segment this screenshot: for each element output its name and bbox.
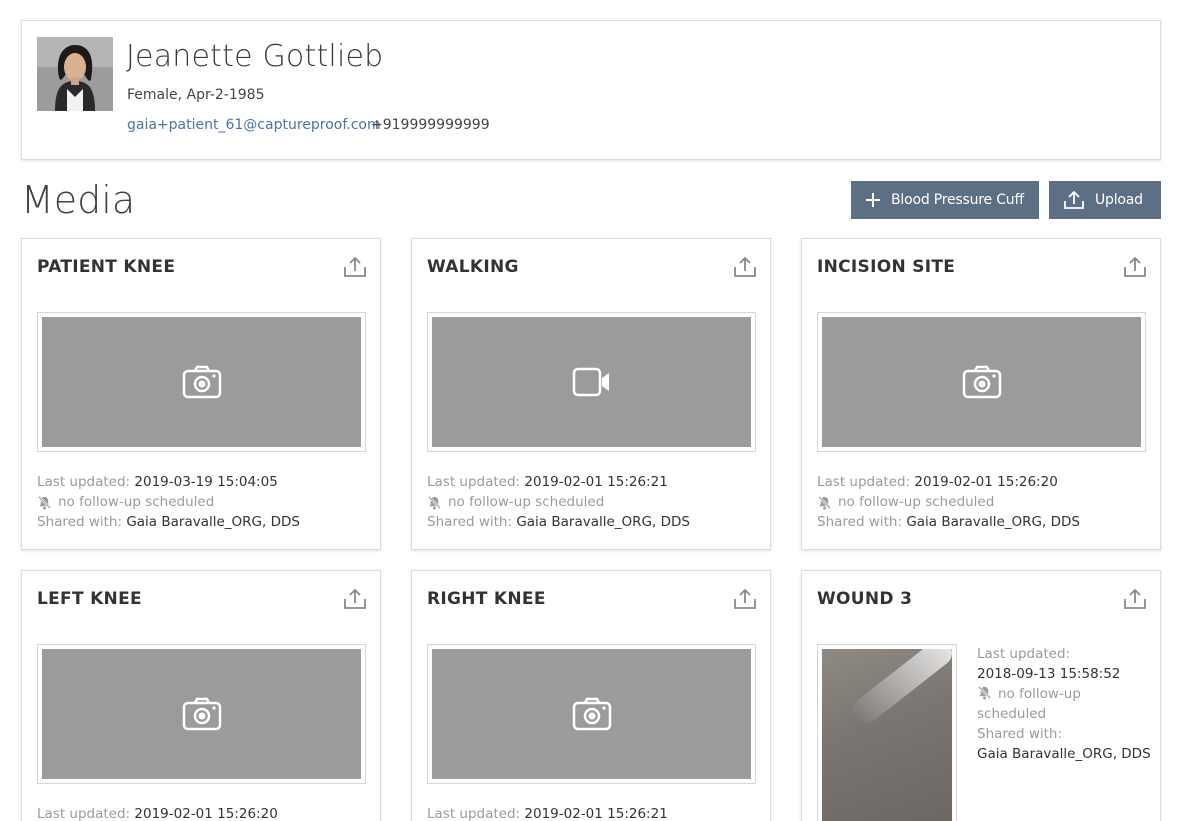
share-icon[interactable] — [343, 255, 367, 279]
upload-button[interactable]: Upload — [1049, 181, 1161, 219]
wound-photo — [822, 649, 952, 821]
camera-icon — [182, 697, 221, 731]
media-card[interactable]: RIGHT KNEE Last updated: 2019-02-01 15:2… — [411, 570, 771, 821]
shared-with-value: Gaia Baravalle_ORG, DDS — [516, 514, 690, 530]
share-icon[interactable] — [343, 587, 367, 611]
patient-card: Jeanette Gottlieb Female, Apr-2-1985 gai… — [21, 20, 1161, 160]
last-updated-value: 2018-09-13 15:58:52 — [977, 666, 1121, 682]
patient-email-link[interactable]: gaia+patient_61@captureproof.com — [127, 117, 381, 133]
upload-label: Upload — [1095, 192, 1143, 208]
camera-icon — [962, 365, 1001, 399]
shared-with-value: Gaia Baravalle_ORG, DDS — [906, 514, 1080, 530]
bell-off-icon — [818, 495, 831, 510]
media-card[interactable]: WALKING Last updated: 2019-02-01 15:26:2… — [411, 238, 771, 550]
media-meta: Last updated: 2019-02-01 15:26:21 — [427, 806, 668, 821]
camera-icon — [572, 697, 611, 731]
media-card-title: WOUND 3 — [817, 589, 913, 609]
blood-pressure-cuff-button[interactable]: Blood Pressure Cuff — [851, 181, 1039, 219]
camera-icon — [182, 365, 221, 399]
media-card[interactable]: LEFT KNEE Last updated: 2019-02-01 15:26… — [21, 570, 381, 821]
media-meta: Last updated: 2019-02-01 15:26:20 — [37, 806, 278, 821]
media-meta: Last updated: 2019-03-19 15:04:05 no fol… — [37, 474, 300, 530]
media-thumbnail[interactable] — [427, 312, 756, 452]
share-icon[interactable] — [1123, 255, 1147, 279]
media-card-title: PATIENT KNEE — [37, 257, 176, 277]
media-thumbnail[interactable] — [817, 644, 957, 821]
media-thumbnail[interactable] — [427, 644, 756, 784]
last-updated-value: 2019-02-01 15:26:20 — [914, 474, 1058, 490]
media-section-title: Media — [21, 178, 136, 222]
blood-pressure-cuff-label: Blood Pressure Cuff — [891, 192, 1024, 208]
patient-demographics: Female, Apr-2-1985 — [127, 87, 265, 103]
media-meta: Last updated: 2018-09-13 15:58:52 no fol… — [977, 646, 1151, 762]
bell-off-icon — [38, 495, 51, 510]
shared-with-value: Gaia Baravalle_ORG, DDS — [126, 514, 300, 530]
media-card-title: INCISION SITE — [817, 257, 956, 277]
share-icon[interactable] — [1123, 587, 1147, 611]
media-card[interactable]: WOUND 3 Last updated: 2018-09-13 15:58:5… — [801, 570, 1161, 821]
last-updated-value: 2019-02-01 15:26:21 — [524, 806, 668, 821]
bell-off-icon — [428, 495, 441, 510]
upload-icon — [1064, 191, 1084, 209]
shared-with-value: Gaia Baravalle_ORG, DDS — [977, 746, 1151, 762]
media-thumbnail[interactable] — [37, 312, 366, 452]
last-updated-value: 2019-03-19 15:04:05 — [134, 474, 278, 490]
media-meta: Last updated: 2019-02-01 15:26:20 no fol… — [817, 474, 1080, 530]
patient-name: Jeanette Gottlieb — [126, 39, 384, 74]
plus-icon — [866, 193, 880, 207]
bell-off-icon — [978, 686, 991, 700]
media-card[interactable]: INCISION SITE Last updated: 2019-02-01 1… — [801, 238, 1161, 550]
last-updated-value: 2019-02-01 15:26:20 — [134, 806, 278, 821]
media-card-title: WALKING — [427, 257, 519, 277]
video-camera-icon — [572, 367, 609, 397]
share-icon[interactable] — [733, 255, 757, 279]
media-meta: Last updated: 2019-02-01 15:26:21 no fol… — [427, 474, 690, 530]
media-card-title: RIGHT KNEE — [427, 589, 546, 609]
patient-phone: +919999999999 — [371, 117, 490, 133]
share-icon[interactable] — [733, 587, 757, 611]
patient-avatar — [37, 37, 113, 111]
media-card-title: LEFT KNEE — [37, 589, 142, 609]
last-updated-value: 2019-02-01 15:26:21 — [524, 474, 668, 490]
media-thumbnail[interactable] — [817, 312, 1146, 452]
media-thumbnail[interactable] — [37, 644, 366, 784]
media-card[interactable]: PATIENT KNEE Last updated: 2019-03-19 15… — [21, 238, 381, 550]
